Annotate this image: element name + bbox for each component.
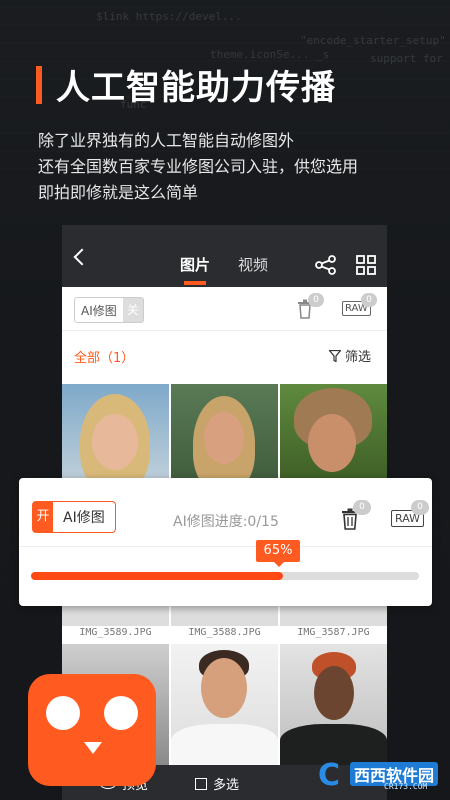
photo-filename: IMG_3589.JPG bbox=[79, 627, 152, 638]
photo-cell[interactable] bbox=[280, 644, 387, 765]
description-line: 即拍即修就是这么简单 bbox=[38, 183, 199, 202]
photo-cell[interactable] bbox=[171, 644, 278, 765]
ai-toggle-label: AI修图 bbox=[81, 303, 117, 318]
tab-video[interactable]: 视频 bbox=[238, 254, 268, 275]
photo-cell[interactable] bbox=[280, 384, 387, 492]
ai-progress-card: 开 AI修图 AI修图进度:0/15 0 RAW 0 65% bbox=[19, 478, 432, 606]
tab-images[interactable]: 图片 bbox=[180, 254, 210, 275]
headline: 人工智能助力传播 bbox=[36, 60, 336, 109]
filter-label: 筛选 bbox=[345, 350, 372, 365]
trash-count-badge: 0 bbox=[308, 293, 324, 307]
edit-icon bbox=[195, 777, 207, 790]
progress-track bbox=[31, 572, 419, 580]
description-line: 除了业界独有的人工智能自动修图外 bbox=[38, 131, 295, 150]
phone-toolbar: AI修图 关 0 RAW 0 bbox=[62, 287, 387, 331]
divider bbox=[19, 546, 432, 547]
raw-count-badge: 0 bbox=[411, 500, 429, 515]
filter-row: 全部（1） 筛选 bbox=[62, 331, 387, 379]
photo-cell[interactable] bbox=[62, 384, 169, 492]
share-icon[interactable] bbox=[315, 255, 337, 275]
back-arrow-icon[interactable] bbox=[73, 248, 91, 266]
mascot-eye bbox=[46, 696, 80, 730]
progress-fill bbox=[31, 572, 284, 580]
logo-mark: C bbox=[318, 758, 341, 793]
headline-title: 人工智能助力传播 bbox=[56, 68, 336, 108]
funnel-icon bbox=[329, 349, 341, 362]
accent-bar bbox=[36, 65, 42, 104]
ai-toggle-state: 开 bbox=[33, 502, 53, 532]
ai-toggle-label: AI修图 bbox=[63, 510, 105, 526]
app-mascot-logo bbox=[28, 674, 156, 786]
description: 除了业界独有的人工智能自动修图外 还有全国数百家专业修图公司入驻，供您选用 即拍… bbox=[38, 128, 358, 206]
phone-header: 图片 视频 bbox=[62, 225, 387, 287]
tab-active-indicator bbox=[184, 281, 206, 285]
watermark-logo: C 西西软件园 CR173.COM bbox=[318, 758, 448, 798]
trash-count-badge: 0 bbox=[353, 500, 371, 515]
all-filter-label[interactable]: 全部（1） bbox=[74, 347, 134, 366]
ai-progress-text: AI修图进度:0/15 bbox=[173, 514, 279, 530]
multi-select-button[interactable]: 多选 bbox=[195, 774, 239, 793]
photo-filename: IMG_3588.JPG bbox=[188, 627, 261, 638]
code-line: support for bbox=[370, 52, 443, 65]
code-line: $link https://devel... bbox=[96, 10, 242, 23]
ai-retouch-toggle[interactable]: 开 AI修图 bbox=[32, 501, 116, 533]
multi-select-label: 多选 bbox=[213, 778, 240, 793]
logo-subtext: CR173.COM bbox=[384, 782, 428, 791]
code-line: "encode_starter_setup" bbox=[300, 34, 446, 47]
description-line: 还有全国数百家专业修图公司入驻，供您选用 bbox=[38, 157, 359, 176]
grid-icon[interactable] bbox=[356, 255, 376, 275]
mascot-eye bbox=[104, 696, 138, 730]
ai-toggle-state: 关 bbox=[122, 298, 143, 322]
progress-percent-bubble: 65% bbox=[256, 540, 300, 567]
mascot-beak bbox=[84, 742, 102, 754]
photo-filename: IMG_3587.JPG bbox=[297, 627, 370, 638]
raw-count-badge: 0 bbox=[361, 293, 377, 307]
photo-cell[interactable] bbox=[171, 384, 278, 492]
ai-retouch-toggle-small[interactable]: AI修图 关 bbox=[74, 297, 144, 323]
filter-button[interactable]: 筛选 bbox=[329, 346, 371, 365]
